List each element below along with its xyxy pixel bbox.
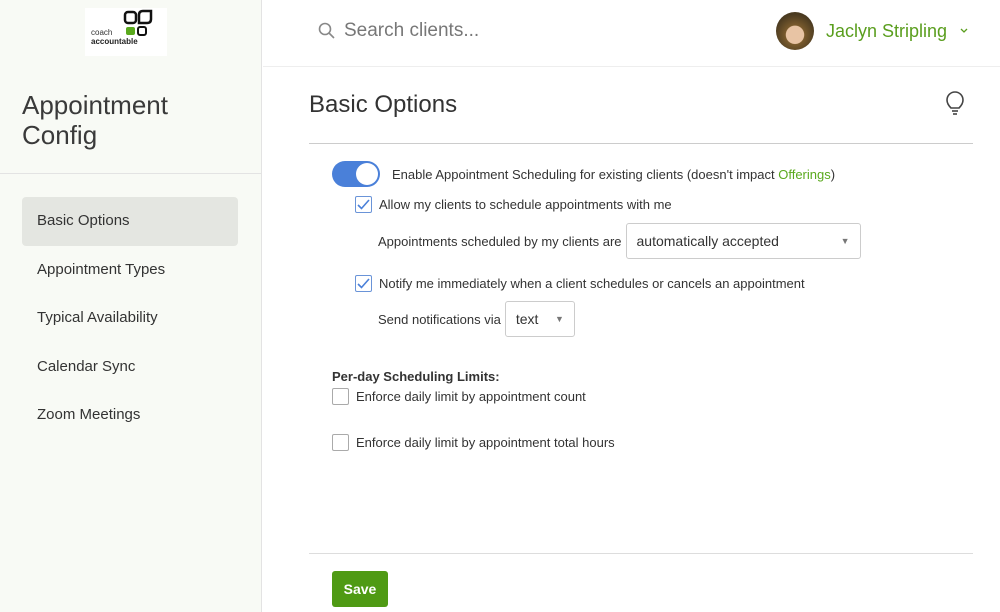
notify-row: Notify me immediately when a client sche… bbox=[355, 275, 805, 292]
enable-scheduling-toggle[interactable] bbox=[332, 161, 380, 187]
sidebar-item-calendar-sync[interactable]: Calendar Sync bbox=[22, 343, 238, 392]
dropdown-arrow-icon: ▼ bbox=[840, 236, 850, 246]
sidebar-item-appointment-types[interactable]: Appointment Types bbox=[22, 246, 238, 295]
send-via-label: Send notifications via bbox=[378, 311, 501, 327]
user-name[interactable]: Jaclyn Stripling bbox=[826, 21, 947, 42]
allow-clients-row: Allow my clients to schedule appointment… bbox=[355, 196, 672, 213]
sidebar-title: Appointment Config bbox=[22, 90, 168, 150]
limit-hours-label: Enforce daily limit by appointment total… bbox=[356, 435, 615, 450]
sidebar-item-zoom-meetings[interactable]: Zoom Meetings bbox=[22, 391, 238, 440]
limits-title: Per-day Scheduling Limits: bbox=[332, 369, 500, 384]
search-icon bbox=[318, 22, 335, 39]
logo[interactable]: coach accountable bbox=[85, 8, 167, 56]
allow-clients-checkbox[interactable] bbox=[355, 196, 372, 213]
send-via-row: Send notifications via text ▼ bbox=[378, 301, 575, 337]
allow-clients-label: Allow my clients to schedule appointment… bbox=[379, 197, 672, 212]
enable-scheduling-label: Enable Appointment Scheduling for existi… bbox=[392, 166, 836, 182]
svg-text:accountable: accountable bbox=[91, 37, 138, 46]
checkmark-icon bbox=[357, 199, 370, 210]
page-title: Basic Options bbox=[309, 91, 458, 118]
acceptance-value: automatically accepted bbox=[636, 233, 779, 249]
divider bbox=[309, 553, 973, 554]
offerings-link[interactable]: Offerings bbox=[778, 167, 831, 182]
save-button[interactable]: Save bbox=[332, 571, 388, 607]
divider bbox=[309, 143, 973, 144]
lightbulb-icon[interactable] bbox=[945, 91, 965, 117]
limit-count-row: Enforce daily limit by appointment count bbox=[332, 388, 586, 405]
send-via-select[interactable]: text ▼ bbox=[504, 301, 575, 337]
checkmark-icon bbox=[357, 278, 370, 289]
notify-label: Notify me immediately when a client sche… bbox=[379, 276, 805, 291]
sidebar: coach accountable Appointment Config Bas… bbox=[0, 0, 262, 612]
scheduled-row: Appointments scheduled by my clients are… bbox=[378, 223, 861, 259]
scheduled-label: Appointments scheduled by my clients are bbox=[378, 233, 622, 249]
chevron-down-icon[interactable] bbox=[959, 27, 969, 35]
enable-scheduling-row: Enable Appointment Scheduling for existi… bbox=[332, 161, 835, 187]
notify-checkbox[interactable] bbox=[355, 275, 372, 292]
acceptance-select[interactable]: automatically accepted ▼ bbox=[625, 223, 861, 259]
sidebar-nav: Basic Options Appointment Types Typical … bbox=[22, 197, 238, 440]
divider bbox=[0, 173, 261, 174]
sidebar-item-basic-options[interactable]: Basic Options bbox=[22, 197, 238, 246]
limit-hours-checkbox[interactable] bbox=[332, 434, 349, 451]
user-menu[interactable]: Jaclyn Stripling bbox=[776, 12, 969, 50]
divider bbox=[263, 66, 1000, 67]
avatar[interactable] bbox=[776, 12, 814, 50]
send-via-value: text bbox=[515, 311, 539, 327]
sidebar-item-typical-availability[interactable]: Typical Availability bbox=[22, 294, 238, 343]
limit-count-checkbox[interactable] bbox=[332, 388, 349, 405]
limit-count-label: Enforce daily limit by appointment count bbox=[356, 389, 586, 404]
svg-text:coach: coach bbox=[91, 28, 112, 37]
search-bar[interactable]: Search clients... bbox=[318, 20, 479, 42]
search-input[interactable]: Search clients... bbox=[344, 20, 479, 42]
limit-hours-row: Enforce daily limit by appointment total… bbox=[332, 434, 615, 451]
dropdown-arrow-icon: ▼ bbox=[554, 314, 564, 324]
